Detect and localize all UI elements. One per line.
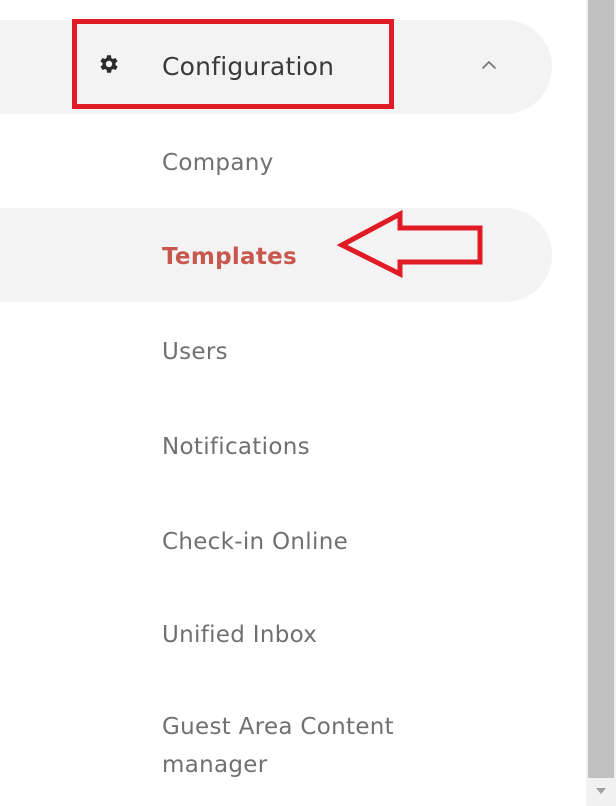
sidebar-item-guest-area-content-manager[interactable]: Guest Area Content manager [0,690,552,800]
sidebar-item-check-in-online[interactable]: Check-in Online [0,495,552,589]
scroll-down-arrow-icon[interactable] [594,786,608,796]
sidebar-item-templates[interactable]: Templates [0,208,552,302]
sidebar-item-label: Users [162,339,228,365]
page: Configuration Company Templates Users No… [0,0,616,806]
configuration-label: Configuration [162,52,335,81]
sidebar-item-company[interactable]: Company [0,114,552,208]
scrollbar-thumb[interactable] [588,0,614,778]
sidebar-item-label: Check-in Online [162,529,349,555]
sidebar-item-unified-inbox[interactable]: Unified Inbox [0,588,552,682]
sidebar-item-label: Templates [162,244,298,270]
chevron-up-icon[interactable] [478,58,500,72]
gear-icon [100,55,118,73]
sidebar-item-label: Company [162,150,274,176]
sidebar-item-label-line2: manager [162,752,268,778]
sidebar-item-users[interactable]: Users [0,305,552,399]
sidebar-item-label: Notifications [162,434,310,460]
sidebar-item-notifications[interactable]: Notifications [0,400,552,494]
sidebar-nav: Configuration Company Templates Users No… [0,0,586,806]
scrollbar[interactable] [586,0,616,806]
sidebar-item-label: Guest Area Content [162,714,394,740]
sidebar-item-label: Unified Inbox [162,622,318,648]
